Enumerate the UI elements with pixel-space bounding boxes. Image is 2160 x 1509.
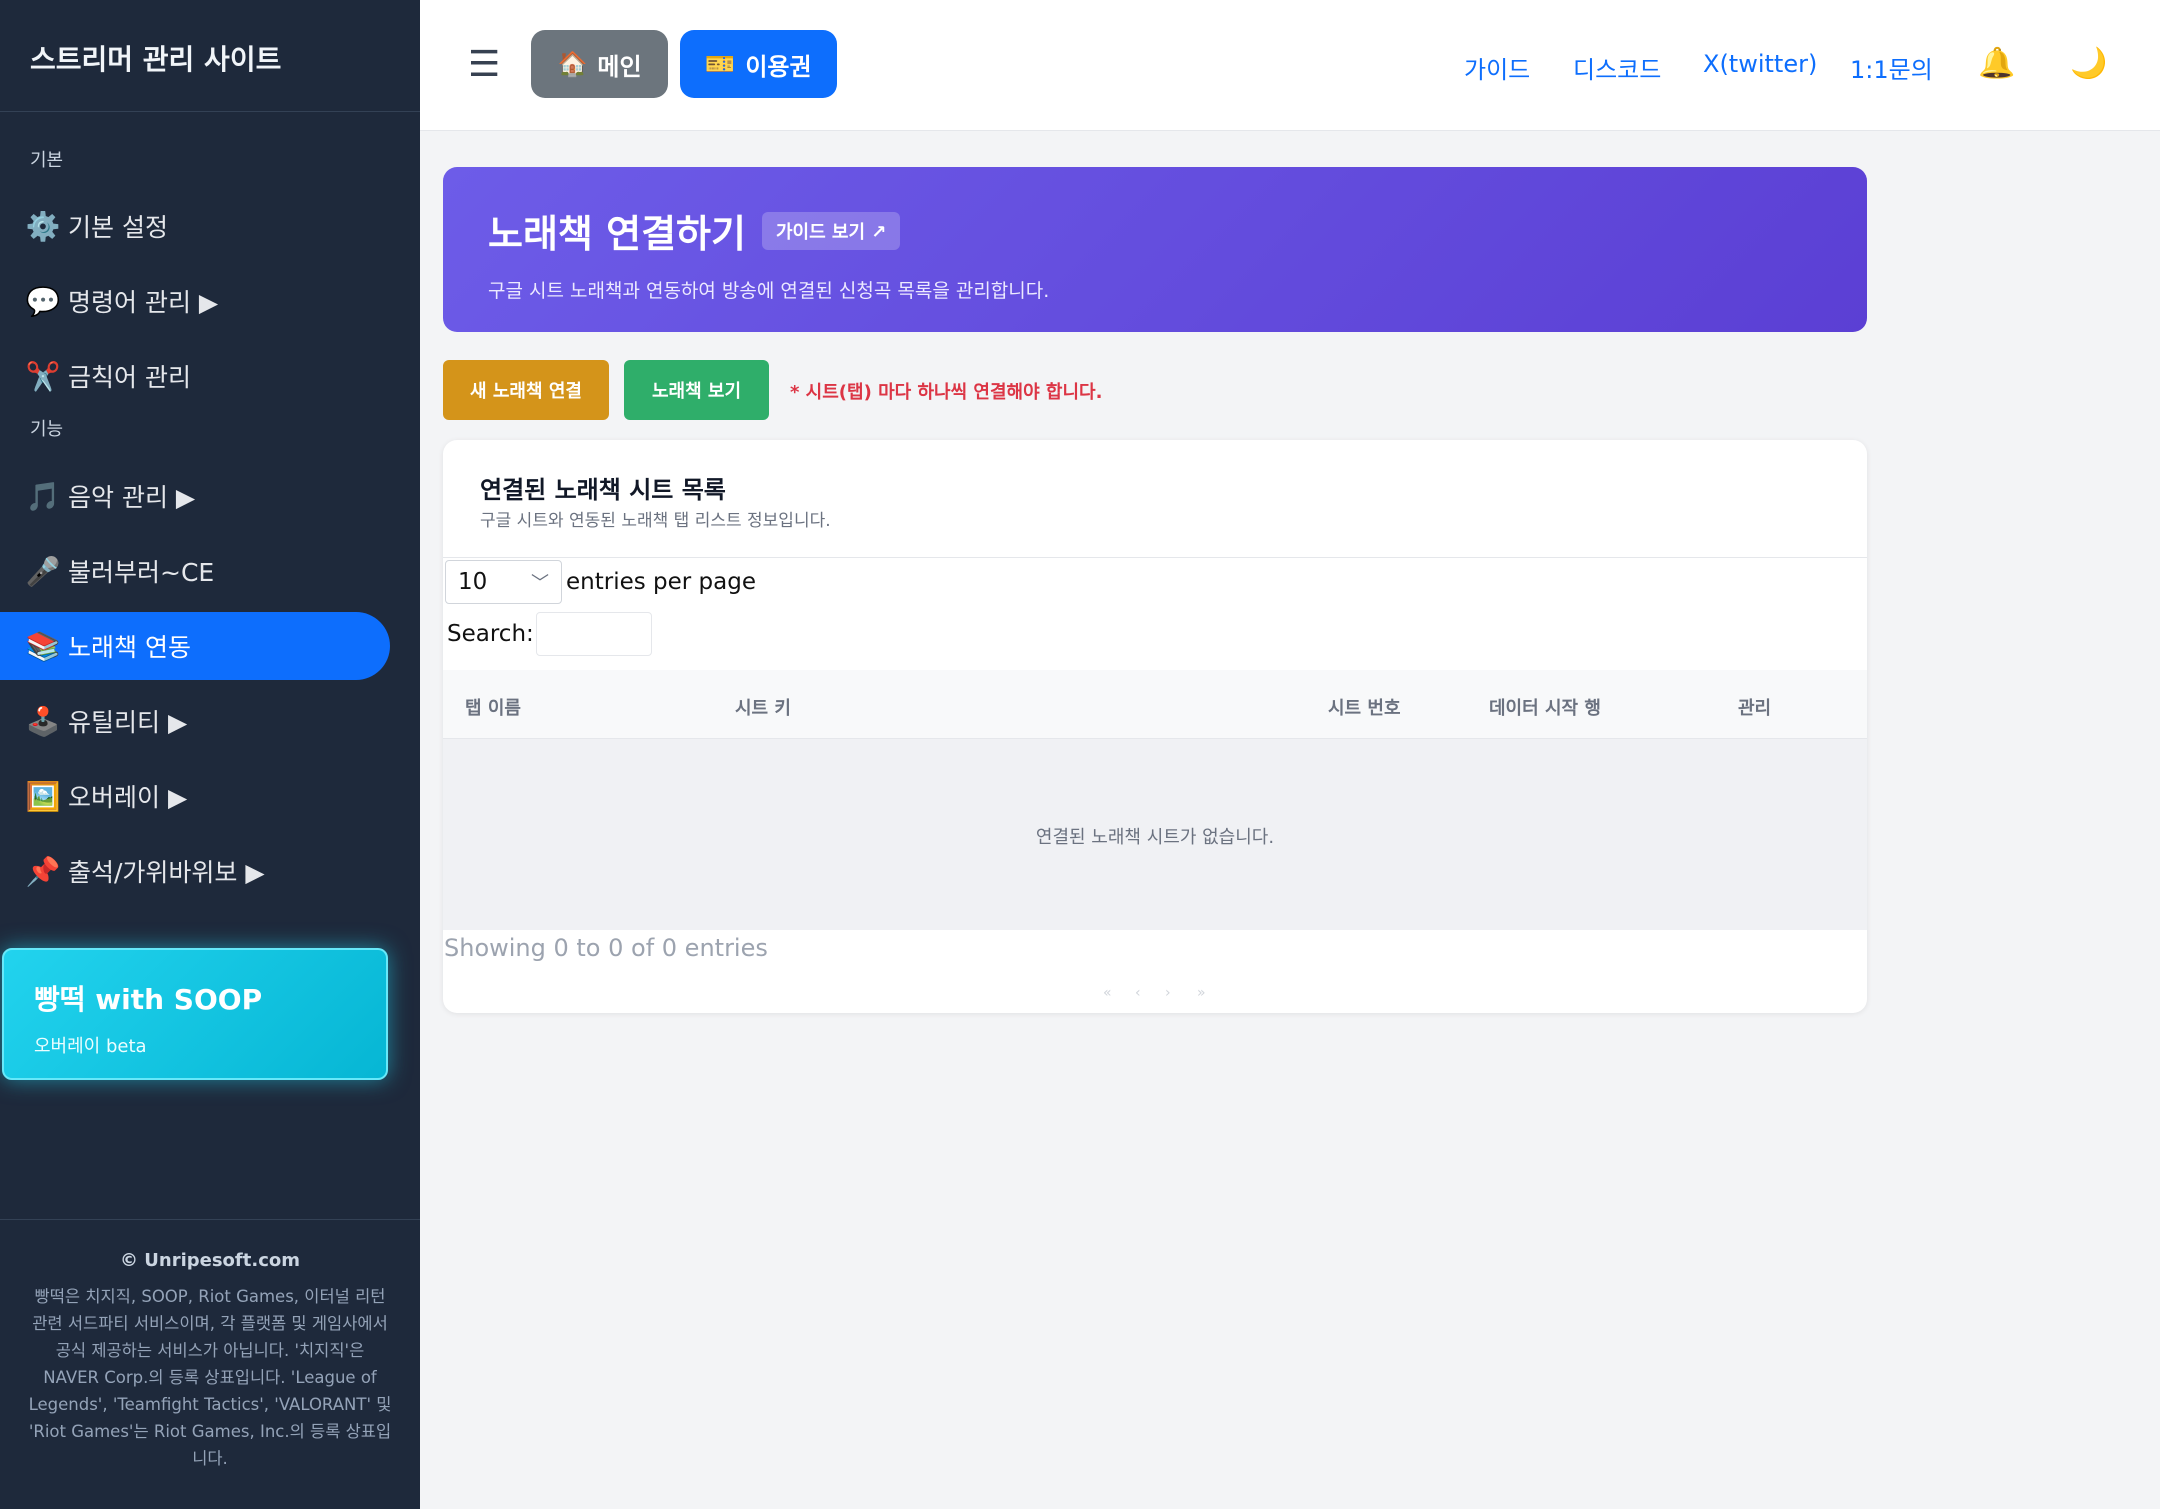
copyright: © Unripesoft.com [120, 1250, 300, 1271]
sidebar-item-songbook[interactable]: 📚 노래책 연동 [0, 612, 390, 680]
table-body: 연결된 노래책 시트가 없습니다. [443, 739, 1867, 930]
speech-bubble-icon: 💬 [25, 284, 61, 318]
column-header-manage[interactable]: 관리 [1738, 694, 1771, 720]
sidebar-item-attendance[interactable]: 📌 출석/가위바위보 ▶ [0, 837, 390, 905]
sidebar-footer: © Unripesoft.com 빵떡은 치지직, SOOP, Riot Gam… [0, 1219, 420, 1509]
search-control: Search: [447, 612, 652, 656]
pagination-first[interactable]: « [1103, 985, 1112, 1001]
search-input[interactable] [535, 612, 652, 656]
guide-link[interactable]: 가이드 [1464, 50, 1530, 85]
sidebar-item-label: 출석/가위바위보 ▶ [68, 858, 265, 887]
house-icon: 🏠 [557, 50, 588, 78]
warning-text: * 시트(탭) 마다 하나씩 연결해야 합니다. [790, 382, 1103, 403]
sidebar-item-label: 명령어 관리 ▶ [68, 288, 219, 317]
songbook-table-card: 연결된 노래책 시트 목록 구글 시트와 연동된 노래책 탭 리스트 정보입니다… [443, 440, 1867, 1013]
sidebar-item-label: 유틸리티 ▶ [68, 708, 188, 737]
page-size-value: 10 [458, 569, 488, 595]
section-label-features: 기능 [30, 419, 64, 440]
table-info: Showing 0 to 0 of 0 entries [444, 934, 768, 962]
promo-title: 빵떡 with SOOP [34, 983, 263, 1016]
brand-title[interactable]: 스트리머 관리 사이트 [0, 0, 420, 112]
sidebar-item-label: 오버레이 ▶ [68, 783, 188, 812]
sidebar: 스트리머 관리 사이트 기본 ⚙️ 기본 설정 💬 명령어 관리 ▶ ✂️ 금칙… [0, 0, 420, 1509]
column-header-sheet-number[interactable]: 시트 번호 [1328, 694, 1401, 720]
microphone-icon: 🎤 [25, 554, 61, 588]
soop-promo-card[interactable]: 빵떡 with SOOP 오버레이 beta [2, 948, 388, 1080]
legal-notice: 빵떡은 치지직, SOOP, Riot Games, 이터널 리턴 관련 서드파… [28, 1287, 392, 1468]
sidebar-item-label: 금칙어 관리 [68, 363, 191, 392]
search-label: Search: [447, 621, 534, 647]
sidebar-item-commands[interactable]: 💬 명령어 관리 ▶ [0, 267, 390, 335]
inquiry-link[interactable]: 1:1문의 [1850, 50, 1933, 85]
picture-icon: 🖼️ [25, 779, 61, 813]
entries-per-page-control: 10 ﹀ entries per page [445, 559, 756, 605]
column-header-start-row[interactable]: 데이터 시작 행 [1489, 694, 1601, 720]
empty-table-message: 연결된 노래책 시트가 없습니다. [1035, 827, 1275, 848]
table-header: 탭 이름 시트 키 시트 번호 데이터 시작 행 관리 [443, 670, 1867, 739]
new-songbook-button[interactable]: 새 노래책 연결 [443, 360, 609, 420]
pushpin-icon: 📌 [25, 854, 61, 888]
column-header-sheet-key[interactable]: 시트 키 [735, 694, 791, 720]
sidebar-item-label: 불러부러~CE [68, 558, 215, 587]
sidebar-item-banned-words[interactable]: ✂️ 금칙어 관리 [0, 342, 390, 410]
sidebar-item-basic-settings[interactable]: ⚙️ 기본 설정 [0, 192, 390, 260]
promo-subtitle: 오버레이 beta [34, 1036, 147, 1057]
card-title: 연결된 노래책 시트 목록 [480, 476, 726, 504]
bell-icon[interactable]: 🔔 [1978, 46, 2015, 81]
books-icon: 📚 [25, 629, 61, 663]
ticket-button-label: 이용권 [745, 52, 812, 81]
sidebar-item-music[interactable]: 🎵 음악 관리 ▶ [0, 462, 390, 530]
entries-label: entries per page [566, 569, 756, 595]
page-header-banner: 노래책 연결하기 가이드 보기 ↗ 구글 시트 노래책과 연동하여 방송에 연결… [443, 167, 1867, 332]
page-size-select[interactable]: 10 ﹀ [445, 560, 562, 604]
sidebar-item-label: 기본 설정 [68, 213, 168, 242]
page-title: 노래책 연결하기 [488, 212, 746, 256]
main-button[interactable]: 🏠 메인 [531, 30, 668, 98]
sidebar-item-karaoke[interactable]: 🎤 불러부러~CE [0, 537, 390, 605]
column-header-tab-name[interactable]: 탭 이름 [465, 694, 521, 720]
pagination-prev[interactable]: ‹ [1135, 985, 1141, 1001]
moon-icon[interactable]: 🌙 [2070, 46, 2107, 81]
twitter-link[interactable]: X(twitter) [1703, 50, 1817, 78]
card-header: 연결된 노래책 시트 목록 구글 시트와 연동된 노래책 탭 리스트 정보입니다… [443, 440, 1867, 558]
scissors-icon: ✂️ [25, 359, 61, 393]
pagination-next[interactable]: › [1165, 985, 1171, 1001]
top-navbar: ☰ 🏠 메인 🎫 이용권 가이드 디스코드 X(twitter) 1:1문의 🔔… [420, 0, 2160, 131]
guide-button[interactable]: 가이드 보기 ↗ [761, 211, 901, 250]
card-subtitle: 구글 시트와 연동된 노래책 탭 리스트 정보입니다. [480, 511, 831, 531]
ticket-button[interactable]: 🎫 이용권 [680, 30, 837, 98]
page-description: 구글 시트 노래책과 연동하여 방송에 연결된 신청곡 목록을 관리합니다. [488, 280, 1050, 302]
hamburger-menu-icon[interactable]: ☰ [468, 44, 500, 85]
section-label-basic: 기본 [30, 150, 64, 171]
sidebar-item-label: 음악 관리 ▶ [68, 483, 196, 512]
gear-icon: ⚙️ [25, 209, 61, 243]
pagination-last[interactable]: » [1197, 985, 1206, 1001]
main-button-label: 메인 [597, 52, 642, 81]
chevron-down-icon: ﹀ [531, 573, 549, 594]
sidebar-item-label: 노래책 연동 [68, 633, 191, 662]
joystick-icon: 🕹️ [25, 704, 61, 738]
view-songbook-button[interactable]: 노래책 보기 [624, 360, 769, 420]
discord-link[interactable]: 디스코드 [1573, 50, 1661, 85]
sidebar-item-utility[interactable]: 🕹️ 유틸리티 ▶ [0, 687, 390, 755]
sidebar-item-overlay[interactable]: 🖼️ 오버레이 ▶ [0, 762, 390, 830]
music-note-icon: 🎵 [25, 479, 61, 513]
ticket-icon: 🎫 [705, 50, 736, 78]
